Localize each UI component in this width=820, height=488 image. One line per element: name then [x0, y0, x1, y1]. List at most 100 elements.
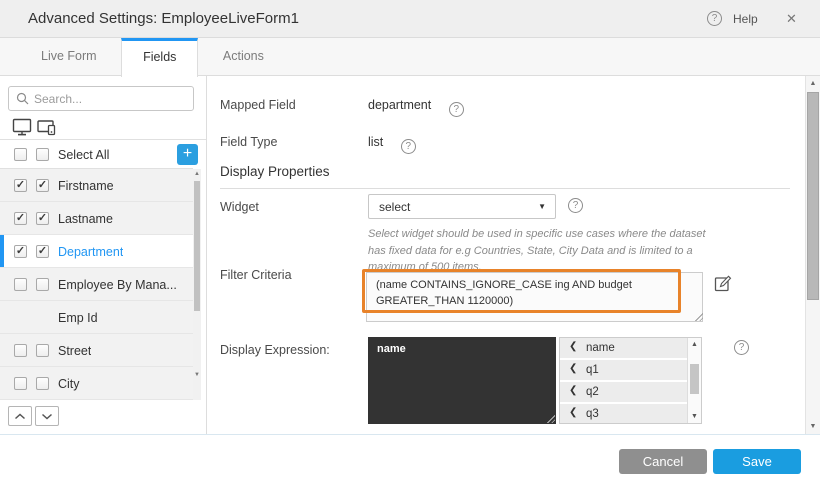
expression-option-label: q1 [586, 364, 599, 376]
chevron-left-icon[interactable]: ❮ [569, 363, 577, 374]
main-scrollbar[interactable]: ▲ ▼ [805, 76, 820, 434]
scroll-up-icon[interactable]: ▲ [806, 80, 820, 87]
mobile-checkbox[interactable] [36, 278, 49, 291]
mobile-checkbox[interactable] [36, 377, 49, 390]
display-properties-heading: Display Properties [220, 164, 790, 189]
web-checkbox[interactable] [14, 278, 27, 291]
options-scrollbar[interactable]: ▲ ▼ [687, 338, 701, 423]
mapped-field-value: department [368, 98, 431, 112]
chevron-down-icon [41, 413, 53, 420]
scroll-down-icon[interactable]: ▼ [806, 423, 820, 430]
mobile-checkbox[interactable]: ✓ [36, 212, 49, 225]
select-all-row[interactable]: Select All + [0, 140, 193, 169]
search-icon [16, 92, 30, 106]
web-checkbox[interactable]: ✓ [14, 179, 27, 192]
web-checkbox[interactable]: ✓ [14, 212, 27, 225]
scroll-up-icon[interactable]: ▲ [193, 171, 201, 177]
tab-actions[interactable]: Actions [202, 38, 285, 76]
resize-grip-icon[interactable] [694, 312, 703, 321]
select-all-web-checkbox[interactable] [14, 148, 27, 161]
filter-criteria-label: Filter Criteria [220, 268, 292, 282]
save-button[interactable]: Save [713, 449, 801, 474]
field-type-value: list [368, 135, 383, 149]
field-settings-panel: Mapped Field department ? Field Type lis… [207, 76, 805, 434]
chevron-left-icon[interactable]: ❮ [569, 385, 577, 396]
help-icon[interactable]: ? [707, 11, 722, 26]
main-scroll-thumb[interactable] [807, 92, 819, 300]
expression-option-label: q3 [586, 408, 599, 420]
mapped-field-value-row: department ? [368, 98, 464, 117]
chevron-left-icon[interactable]: ❮ [569, 407, 577, 418]
sidebar-scrollbar[interactable]: ▲ ▼ [193, 169, 201, 400]
field-label: Firstname [58, 179, 114, 193]
dialog-header: Advanced Settings: EmployeeLiveForm1 ? H… [0, 0, 820, 38]
field-label: Street [58, 344, 91, 358]
advanced-settings-dialog: Advanced Settings: EmployeeLiveForm1 ? H… [0, 0, 820, 488]
move-up-button[interactable] [8, 406, 32, 426]
options-scroll-thumb[interactable] [690, 364, 699, 394]
dropdown-arrow-icon: ▼ [538, 202, 546, 211]
expression-option-q2[interactable]: ❮ q2 [560, 382, 687, 402]
widget-help-icon[interactable]: ? [568, 198, 583, 213]
display-expression-label: Display Expression: [220, 343, 330, 357]
chevron-left-icon[interactable]: ❮ [569, 341, 577, 352]
widget-help-text: Select widget should be used in specific… [368, 226, 720, 276]
mobile-checkbox[interactable]: ✓ [36, 179, 49, 192]
field-row-firstname[interactable]: ✓ ✓ Firstname [0, 169, 193, 202]
expression-option-q3[interactable]: ❮ q3 [560, 404, 687, 424]
expression-option-q1[interactable]: ❮ q1 [560, 360, 687, 380]
tablet-mobile-icon[interactable] [37, 118, 59, 137]
search-input[interactable] [34, 88, 189, 109]
tab-fields[interactable]: Fields [121, 38, 198, 77]
scroll-down-icon[interactable]: ▼ [688, 413, 701, 420]
expression-option-label: q2 [586, 386, 599, 398]
widget-select[interactable]: select ▼ [368, 194, 556, 219]
field-label: City [58, 377, 80, 391]
field-type-help-icon[interactable]: ? [401, 139, 416, 154]
field-row-emp-id[interactable]: Emp Id [0, 301, 193, 334]
field-label: Employee By Mana... [58, 278, 177, 292]
field-row-lastname[interactable]: ✓ ✓ Lastname [0, 202, 193, 235]
display-expression-editor[interactable]: name [368, 337, 556, 424]
sidebar-scroll-thumb[interactable] [194, 181, 200, 311]
tab-live-form[interactable]: Live Form [20, 38, 118, 76]
select-all-mobile-checkbox[interactable] [36, 148, 49, 161]
close-icon[interactable]: ✕ [786, 11, 797, 27]
help-link[interactable]: Help [733, 12, 758, 26]
field-row-employee-by-mana[interactable]: Employee By Mana... [0, 268, 193, 301]
web-checkbox[interactable]: ✓ [14, 245, 27, 258]
move-down-button[interactable] [35, 406, 59, 426]
field-list: ✓✓Firstname✓✓Lastname✓✓DepartmentEmploye… [0, 169, 193, 400]
web-checkbox[interactable] [14, 377, 27, 390]
field-row-city[interactable]: City [0, 367, 193, 400]
field-type-label: Field Type [220, 135, 277, 149]
field-label: Lastname [58, 212, 113, 226]
display-expression-help-icon[interactable]: ? [734, 340, 749, 355]
dialog-footer: Cancel Save [0, 434, 820, 488]
cancel-button[interactable]: Cancel [619, 449, 707, 474]
device-toggle-row [0, 118, 206, 140]
mapped-field-help-icon[interactable]: ? [449, 102, 464, 117]
expression-options-items: ❮ name ❮ q1 ❮ q2 ❮ q3 [560, 338, 701, 424]
scroll-down-icon[interactable]: ▼ [193, 372, 201, 378]
dialog-title: Advanced Settings: EmployeeLiveForm1 [28, 10, 299, 27]
widget-selected-value: select [379, 200, 410, 214]
filter-criteria-textarea[interactable]: (name CONTAINS_IGNORE_CASE ing AND budge… [366, 272, 703, 322]
mobile-checkbox[interactable] [36, 344, 49, 357]
field-row-department[interactable]: ✓✓Department [0, 235, 193, 268]
search-box[interactable] [8, 86, 194, 111]
scroll-up-icon[interactable]: ▲ [688, 341, 701, 348]
add-field-button[interactable]: + [177, 144, 198, 165]
widget-label: Widget [220, 200, 259, 214]
expression-option-name[interactable]: ❮ name [560, 338, 687, 358]
fields-sidebar: Select All + ✓✓Firstname✓✓Lastname✓✓Depa… [0, 76, 207, 434]
edit-icon[interactable] [714, 275, 732, 293]
expression-option-label: name [586, 342, 615, 354]
tab-bar: Live Form Fields Actions [0, 38, 820, 76]
field-row-street[interactable]: Street [0, 334, 193, 367]
desktop-icon[interactable] [12, 118, 33, 137]
web-checkbox[interactable] [14, 344, 27, 357]
select-all-label: Select All [58, 148, 109, 162]
mobile-checkbox[interactable]: ✓ [36, 245, 49, 258]
resize-grip-icon[interactable] [546, 414, 555, 423]
